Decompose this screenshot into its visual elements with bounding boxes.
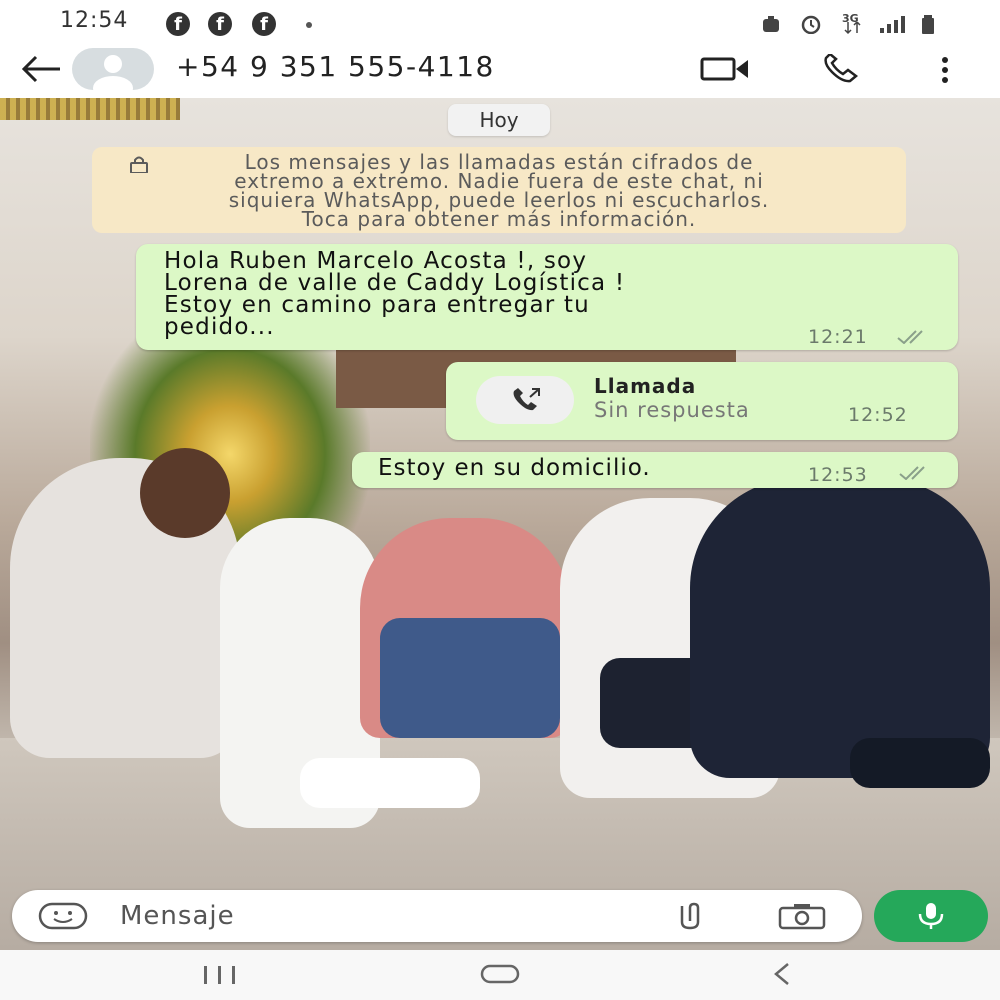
emoji-sticker-icon[interactable]	[38, 902, 88, 930]
message-bubble-outgoing[interactable]: Hola Ruben Marcelo Acosta !, soy Lorena …	[136, 244, 958, 350]
person-jeans	[380, 618, 560, 738]
facebook-icon: f	[252, 12, 276, 36]
mic-button[interactable]	[874, 890, 988, 942]
back-nav-icon[interactable]	[766, 960, 796, 988]
system-nav-bar	[0, 950, 1000, 1000]
camera-icon[interactable]	[776, 902, 828, 930]
mic-icon	[918, 903, 944, 929]
message-time: 12:52	[848, 404, 908, 426]
facebook-icon: f	[208, 12, 232, 36]
person-man-right	[690, 478, 990, 778]
call-title: Llamada	[594, 374, 697, 398]
double-check-icon	[899, 466, 925, 480]
white-sandals	[300, 758, 480, 808]
status-time: 12:54	[60, 8, 129, 33]
video-call-icon[interactable]	[700, 56, 752, 82]
avatar[interactable]	[72, 48, 154, 90]
message-time: 12:21	[808, 326, 868, 348]
signal-icon	[880, 16, 905, 33]
contact-name[interactable]: +54 9 351 555-4118	[176, 50, 495, 83]
attach-icon[interactable]	[672, 902, 708, 930]
chat-header: +54 9 351 555-4118	[0, 48, 1000, 98]
avatar-icon	[93, 55, 133, 90]
alarm-icon	[763, 16, 779, 32]
more-vert-icon[interactable]	[940, 56, 950, 84]
lock-icon	[130, 156, 148, 173]
phone-icon[interactable]	[820, 54, 868, 84]
double-check-icon	[897, 330, 923, 344]
call-bubble[interactable]: Llamada Sin respuesta 12:52	[446, 362, 958, 440]
encryption-notice-text: Los mensajes y las llamadas están cifrad…	[228, 150, 770, 231]
facebook-icon: f	[166, 12, 190, 36]
call-subtitle: Sin respuesta	[594, 398, 750, 422]
message-composer	[12, 890, 862, 942]
dark-sneakers	[850, 738, 990, 788]
home-icon[interactable]	[478, 962, 522, 986]
status-bar: 12:54 f f f 3G	[0, 0, 1000, 48]
more-notifications-dot	[306, 22, 312, 28]
message-bubble-outgoing[interactable]: Estoy en su domicilio. 12:53	[352, 452, 958, 488]
clock-alarm-icon	[801, 15, 821, 34]
person-hair	[140, 448, 230, 538]
back-arrow-icon[interactable]	[20, 54, 62, 84]
battery-icon	[922, 15, 934, 34]
missed-call-icon	[513, 388, 540, 411]
message-time: 12:53	[808, 464, 868, 486]
data-arrows-icon	[844, 22, 861, 35]
call-icon-circle	[476, 376, 574, 424]
date-chip: Hoy	[448, 104, 550, 136]
encryption-notice[interactable]: Los mensajes y las llamadas están cifrad…	[92, 147, 906, 233]
message-text: Hola Ruben Marcelo Acosta !, soy Lorena …	[164, 248, 626, 340]
garland-decoration	[0, 98, 180, 120]
recent-apps-icon[interactable]	[200, 964, 240, 986]
message-text: Estoy en su domicilio.	[378, 455, 651, 481]
message-input[interactable]	[118, 898, 622, 934]
